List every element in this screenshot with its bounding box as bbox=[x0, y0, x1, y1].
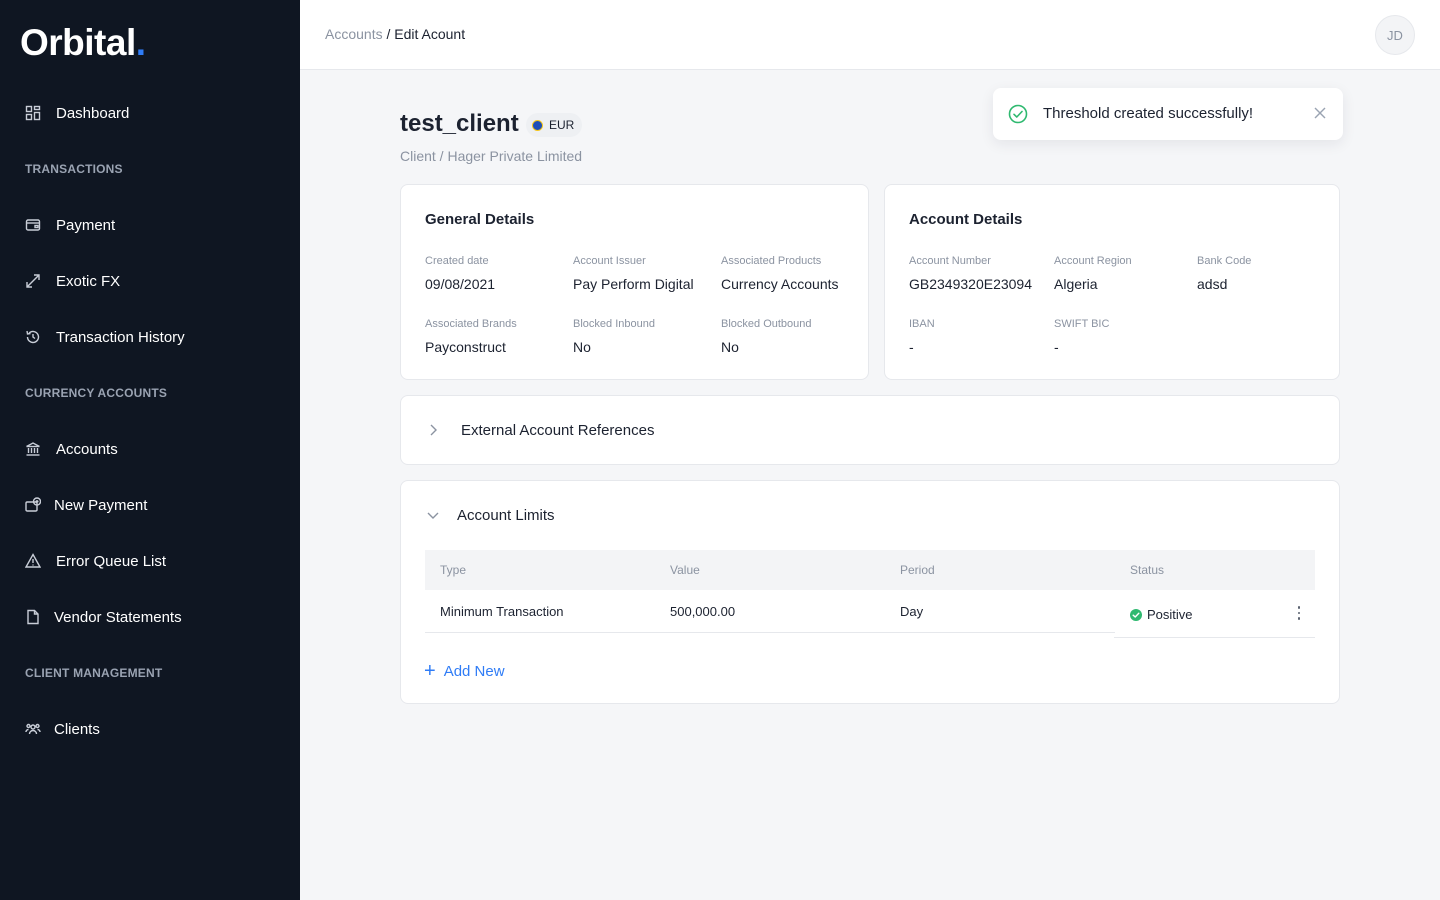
sidebar-item-label: Exotic FX bbox=[56, 272, 121, 290]
field-value-iban: - bbox=[909, 339, 914, 355]
eu-flag-icon bbox=[532, 119, 543, 131]
column-header-period: Period bbox=[900, 563, 935, 577]
breadcrumb: Accounts / Edit Acount bbox=[325, 26, 465, 42]
sidebar-item-exotic-fx[interactable]: Exotic FX bbox=[24, 267, 120, 295]
row-divider bbox=[1114, 637, 1315, 638]
row-divider bbox=[425, 632, 1115, 633]
field-value-account-number: GB2349320E23094 bbox=[909, 276, 1032, 292]
add-new-button[interactable]: + Add New bbox=[424, 661, 505, 681]
status-badge: Positive bbox=[1130, 607, 1193, 622]
avatar[interactable]: JD bbox=[1375, 15, 1415, 55]
top-bar: Accounts / Edit Acount JD bbox=[300, 0, 1440, 70]
sidebar-item-label: Vendor Statements bbox=[54, 608, 182, 626]
field-value-swift-bic: - bbox=[1054, 339, 1059, 355]
success-toast: Threshold created successfully! bbox=[993, 88, 1343, 140]
field-value-associated-brands: Payconstruct bbox=[425, 339, 506, 355]
bank-icon bbox=[24, 440, 42, 458]
field-label-created-date: Created date bbox=[425, 255, 489, 267]
column-header-value: Value bbox=[670, 563, 700, 577]
chevron-right-icon[interactable] bbox=[426, 423, 440, 437]
sidebar-item-label: New Payment bbox=[54, 496, 148, 514]
warning-icon bbox=[24, 552, 42, 570]
document-icon bbox=[24, 608, 42, 626]
currency-badge: EUR bbox=[526, 113, 583, 137]
check-circle-icon bbox=[1008, 104, 1028, 124]
external-account-references-title[interactable]: External Account References bbox=[461, 422, 654, 439]
cell-type: Minimum Transaction bbox=[440, 604, 564, 619]
history-icon bbox=[24, 328, 42, 346]
users-icon bbox=[24, 720, 42, 738]
sidebar-item-label: Clients bbox=[54, 720, 100, 738]
brand-logo[interactable]: Orbital. bbox=[20, 22, 146, 64]
sidebar-item-dashboard[interactable]: Dashboard bbox=[24, 99, 129, 127]
account-limits-title[interactable]: Account Limits bbox=[457, 507, 555, 524]
field-label-account-number: Account Number bbox=[909, 255, 991, 267]
field-value-created-date: 09/08/2021 bbox=[425, 276, 496, 292]
sidebar-item-payment[interactable]: Payment bbox=[24, 211, 115, 239]
plus-icon: + bbox=[424, 660, 436, 682]
new-payment-icon bbox=[24, 496, 42, 514]
check-circle-icon bbox=[1130, 608, 1142, 621]
field-label-account-issuer: Account Issuer bbox=[573, 255, 646, 267]
field-value-bank-code: adsd bbox=[1197, 276, 1228, 292]
chevron-down-icon[interactable] bbox=[426, 508, 440, 522]
field-label-account-region: Account Region bbox=[1054, 255, 1132, 267]
sidebar-item-label: Accounts bbox=[56, 440, 118, 458]
sidebar-item-vendor-statements[interactable]: Vendor Statements bbox=[24, 603, 182, 631]
field-value-blocked-outbound: No bbox=[721, 339, 739, 355]
field-label-blocked-inbound: Blocked Inbound bbox=[573, 318, 655, 330]
wallet-icon bbox=[24, 216, 42, 234]
section-client-management: CLIENT MANAGEMENT bbox=[25, 666, 163, 680]
row-actions-menu-icon[interactable] bbox=[1293, 605, 1305, 621]
currency-code: EUR bbox=[549, 118, 575, 132]
field-label-associated-products: Associated Products bbox=[721, 255, 822, 267]
section-transactions: TRANSACTIONS bbox=[25, 162, 123, 176]
breadcrumb-accounts-link[interactable]: Accounts bbox=[325, 26, 383, 42]
toast-message: Threshold created successfully! bbox=[1043, 105, 1254, 122]
section-currency-accounts: CURRENCY ACCOUNTS bbox=[25, 386, 168, 400]
sidebar-item-new-payment[interactable]: New Payment bbox=[24, 491, 147, 519]
field-value-blocked-inbound: No bbox=[573, 339, 591, 355]
add-new-label: Add New bbox=[443, 662, 505, 680]
field-label-iban: IBAN bbox=[909, 318, 935, 330]
column-header-type: Type bbox=[440, 563, 467, 577]
general-details-title: General Details bbox=[425, 211, 535, 228]
sidebar-item-transaction-history[interactable]: Transaction History bbox=[24, 323, 185, 351]
page-subtitle: Client / Hager Private Limited bbox=[400, 148, 583, 164]
brand-dot: . bbox=[135, 22, 146, 63]
status-label: Positive bbox=[1147, 607, 1193, 622]
field-label-blocked-outbound: Blocked Outbound bbox=[721, 318, 812, 330]
column-header-status: Status bbox=[1130, 563, 1165, 577]
limits-table-header: Type Value Period Status bbox=[425, 550, 1315, 590]
field-value-associated-products: Currency Accounts bbox=[721, 276, 839, 292]
brand-name: Orbital bbox=[20, 22, 136, 63]
sidebar-item-label: Payment bbox=[56, 216, 116, 234]
sidebar: Orbital. Dashboard TRANSACTIONS Payment … bbox=[0, 0, 300, 900]
sidebar-item-label: Transaction History bbox=[56, 328, 185, 346]
sidebar-item-accounts[interactable]: Accounts bbox=[24, 435, 118, 463]
page-title: test_client bbox=[400, 110, 519, 137]
cell-value: 500,000.00 bbox=[670, 604, 736, 619]
field-value-account-region: Algeria bbox=[1054, 276, 1098, 292]
field-value-account-issuer: Pay Perform Digital bbox=[573, 276, 694, 292]
sidebar-item-clients[interactable]: Clients bbox=[24, 715, 100, 743]
arrows-expand-icon bbox=[24, 272, 42, 290]
cell-period: Day bbox=[900, 604, 924, 619]
sidebar-item-label: Dashboard bbox=[56, 104, 130, 122]
breadcrumb-current: / Edit Acount bbox=[382, 26, 466, 42]
field-label-bank-code: Bank Code bbox=[1197, 255, 1252, 267]
close-icon[interactable] bbox=[1313, 106, 1327, 120]
field-label-swift-bic: SWIFT BIC bbox=[1054, 318, 1110, 330]
account-details-title: Account Details bbox=[909, 211, 1023, 228]
dashboard-icon bbox=[24, 104, 42, 122]
field-label-associated-brands: Associated Brands bbox=[425, 318, 517, 330]
sidebar-item-label: Error Queue List bbox=[56, 552, 167, 570]
sidebar-item-error-queue-list[interactable]: Error Queue List bbox=[24, 547, 166, 575]
